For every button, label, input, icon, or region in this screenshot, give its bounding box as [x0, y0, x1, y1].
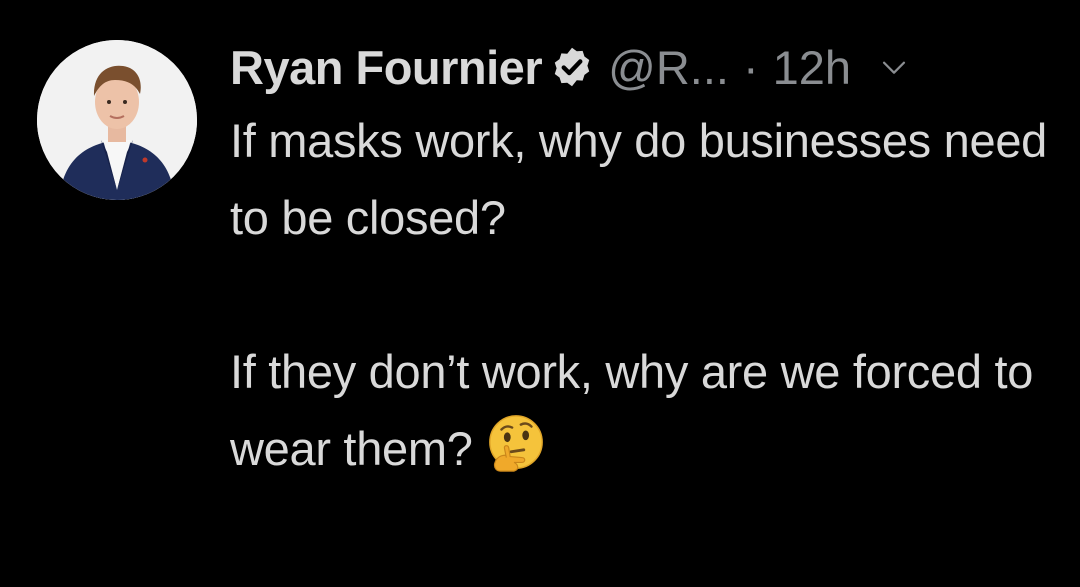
tweet[interactable]: Ryan Fournier @R... · 12h If masks work,…	[0, 0, 1080, 587]
tweet-paragraph-1-text: If masks work, why do businesses need to…	[230, 114, 1048, 244]
meta-separator: ·	[742, 40, 759, 94]
tweet-content: Ryan Fournier @R... · 12h If masks work,…	[230, 38, 1060, 487]
display-name[interactable]: Ryan Fournier	[230, 40, 543, 95]
tweet-paragraph-2: If they don’t work, why are we forced to…	[230, 333, 1060, 487]
handle[interactable]: @R...	[608, 40, 729, 95]
tweet-paragraph-2-text: If they don’t work, why are we forced to…	[230, 345, 1034, 475]
avatar[interactable]	[37, 40, 197, 200]
timestamp[interactable]: 12h	[773, 40, 851, 95]
thinking-face-icon	[488, 415, 543, 472]
tweet-header: Ryan Fournier @R... · 12h	[230, 38, 1060, 96]
chevron-down-icon[interactable]	[877, 50, 911, 84]
tweet-paragraph-1: If masks work, why do businesses need to…	[230, 102, 1060, 256]
avatar-photo	[37, 40, 197, 200]
verified-badge-icon	[554, 47, 590, 87]
tweet-text: If masks work, why do businesses need to…	[230, 102, 1060, 487]
